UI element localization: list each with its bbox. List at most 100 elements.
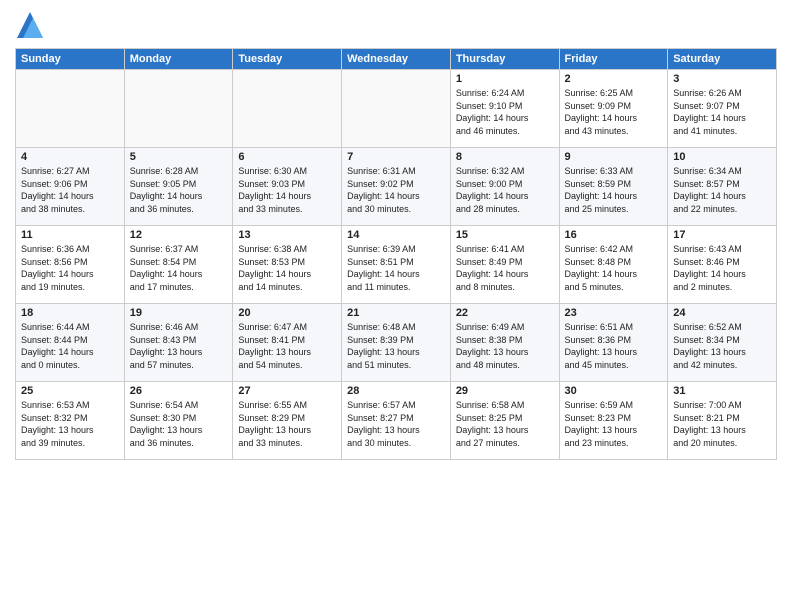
- day-cell: [124, 70, 233, 148]
- header-monday: Monday: [124, 49, 233, 70]
- week-row-4: 25 Sunrise: 6:53 AM Sunset: 8:32 PM Dayli…: [16, 382, 777, 460]
- day-number: 27: [238, 385, 336, 397]
- day-info: Sunrise: 6:28 AM Sunset: 9:05 PM Dayligh…: [130, 165, 228, 215]
- day-cell: 24 Sunrise: 6:52 AM Sunset: 8:34 PM Dayli…: [668, 304, 777, 382]
- day-number: 1: [456, 73, 554, 85]
- day-cell: 10Sunrise: 6:34 AM Sunset: 8:57 PM Dayli…: [668, 148, 777, 226]
- day-info: Sunrise: 6:55 AM Sunset: 8:29 PM Dayligh…: [238, 399, 336, 449]
- header-sunday: Sunday: [16, 49, 125, 70]
- day-info: Sunrise: 6:24 AM Sunset: 9:10 PM Dayligh…: [456, 87, 554, 137]
- day-cell: 30 Sunrise: 6:59 AM Sunset: 8:23 PM Dayli…: [559, 382, 668, 460]
- day-cell: 29Sunrise: 6:58 AM Sunset: 8:25 PM Dayli…: [450, 382, 559, 460]
- day-number: 10: [673, 151, 771, 163]
- day-cell: 1 Sunrise: 6:24 AM Sunset: 9:10 PM Daylig…: [450, 70, 559, 148]
- day-number: 9: [565, 151, 663, 163]
- day-cell: 9 Sunrise: 6:33 AM Sunset: 8:59 PM Daylig…: [559, 148, 668, 226]
- day-cell: [233, 70, 342, 148]
- header-tuesday: Tuesday: [233, 49, 342, 70]
- day-info: Sunrise: 6:25 AM Sunset: 9:09 PM Dayligh…: [565, 87, 663, 137]
- header-friday: Friday: [559, 49, 668, 70]
- day-cell: 25 Sunrise: 6:53 AM Sunset: 8:32 PM Dayli…: [16, 382, 125, 460]
- day-number: 28: [347, 385, 445, 397]
- day-cell: 21 Sunrise: 6:48 AM Sunset: 8:39 PM Dayli…: [342, 304, 451, 382]
- header-wednesday: Wednesday: [342, 49, 451, 70]
- day-number: 26: [130, 385, 228, 397]
- day-info: Sunrise: 6:59 AM Sunset: 8:23 PM Dayligh…: [565, 399, 663, 449]
- day-info: Sunrise: 6:53 AM Sunset: 8:32 PM Dayligh…: [21, 399, 119, 449]
- day-info: Sunrise: 6:54 AM Sunset: 8:30 PM Dayligh…: [130, 399, 228, 449]
- day-info: Sunrise: 6:37 AM Sunset: 8:54 PM Dayligh…: [130, 243, 228, 293]
- day-number: 30: [565, 385, 663, 397]
- header-saturday: Saturday: [668, 49, 777, 70]
- day-info: Sunrise: 6:48 AM Sunset: 8:39 PM Dayligh…: [347, 321, 445, 371]
- day-cell: 20 Sunrise: 6:47 AM Sunset: 8:41 PM Dayli…: [233, 304, 342, 382]
- day-info: Sunrise: 6:42 AM Sunset: 8:48 PM Dayligh…: [565, 243, 663, 293]
- day-cell: [342, 70, 451, 148]
- day-cell: 15 Sunrise: 6:41 AM Sunset: 8:49 PM Dayli…: [450, 226, 559, 304]
- day-number: 17: [673, 229, 771, 241]
- day-cell: 14Sunrise: 6:39 AM Sunset: 8:51 PM Dayli…: [342, 226, 451, 304]
- day-info: Sunrise: 6:27 AM Sunset: 9:06 PM Dayligh…: [21, 165, 119, 215]
- day-info: Sunrise: 6:30 AM Sunset: 9:03 PM Dayligh…: [238, 165, 336, 215]
- day-info: Sunrise: 6:52 AM Sunset: 8:34 PM Dayligh…: [673, 321, 771, 371]
- day-info: Sunrise: 6:26 AM Sunset: 9:07 PM Dayligh…: [673, 87, 771, 137]
- day-number: 21: [347, 307, 445, 319]
- header-thursday: Thursday: [450, 49, 559, 70]
- day-number: 18: [21, 307, 119, 319]
- day-number: 23: [565, 307, 663, 319]
- day-cell: 27 Sunrise: 6:55 AM Sunset: 8:29 PM Dayli…: [233, 382, 342, 460]
- week-row-0: 1 Sunrise: 6:24 AM Sunset: 9:10 PM Daylig…: [16, 70, 777, 148]
- day-number: 25: [21, 385, 119, 397]
- day-info: Sunrise: 6:47 AM Sunset: 8:41 PM Dayligh…: [238, 321, 336, 371]
- day-cell: 3 Sunrise: 6:26 AM Sunset: 9:07 PM Daylig…: [668, 70, 777, 148]
- day-cell: 16 Sunrise: 6:42 AM Sunset: 8:48 PM Dayli…: [559, 226, 668, 304]
- day-number: 16: [565, 229, 663, 241]
- day-info: Sunrise: 6:57 AM Sunset: 8:27 PM Dayligh…: [347, 399, 445, 449]
- day-number: 7: [347, 151, 445, 163]
- day-info: Sunrise: 6:39 AM Sunset: 8:51 PM Dayligh…: [347, 243, 445, 293]
- day-cell: 18 Sunrise: 6:44 AM Sunset: 8:44 PM Dayli…: [16, 304, 125, 382]
- day-cell: 5 Sunrise: 6:28 AM Sunset: 9:05 PM Daylig…: [124, 148, 233, 226]
- day-cell: 31 Sunrise: 7:00 AM Sunset: 8:21 PM Dayli…: [668, 382, 777, 460]
- day-number: 12: [130, 229, 228, 241]
- day-cell: 23 Sunrise: 6:51 AM Sunset: 8:36 PM Dayli…: [559, 304, 668, 382]
- day-cell: 6 Sunrise: 6:30 AM Sunset: 9:03 PM Daylig…: [233, 148, 342, 226]
- logo: [15, 10, 49, 40]
- day-info: Sunrise: 6:44 AM Sunset: 8:44 PM Dayligh…: [21, 321, 119, 371]
- day-number: 11: [21, 229, 119, 241]
- day-cell: 26 Sunrise: 6:54 AM Sunset: 8:30 PM Dayli…: [124, 382, 233, 460]
- day-number: 13: [238, 229, 336, 241]
- week-row-1: 4Sunrise: 6:27 AM Sunset: 9:06 PM Daylig…: [16, 148, 777, 226]
- day-cell: 13Sunrise: 6:38 AM Sunset: 8:53 PM Dayli…: [233, 226, 342, 304]
- day-number: 29: [456, 385, 554, 397]
- day-cell: 12 Sunrise: 6:37 AM Sunset: 8:54 PM Dayli…: [124, 226, 233, 304]
- day-cell: 19Sunrise: 6:46 AM Sunset: 8:43 PM Dayli…: [124, 304, 233, 382]
- day-cell: 28 Sunrise: 6:57 AM Sunset: 8:27 PM Dayli…: [342, 382, 451, 460]
- day-number: 15: [456, 229, 554, 241]
- day-number: 24: [673, 307, 771, 319]
- day-cell: 11Sunrise: 6:36 AM Sunset: 8:56 PM Dayli…: [16, 226, 125, 304]
- logo-icon: [15, 10, 45, 40]
- day-number: 3: [673, 73, 771, 85]
- day-info: Sunrise: 6:33 AM Sunset: 8:59 PM Dayligh…: [565, 165, 663, 215]
- header: [15, 10, 777, 40]
- day-number: 31: [673, 385, 771, 397]
- day-info: Sunrise: 7:00 AM Sunset: 8:21 PM Dayligh…: [673, 399, 771, 449]
- day-number: 6: [238, 151, 336, 163]
- page: SundayMondayTuesdayWednesdayThursdayFrid…: [0, 0, 792, 612]
- day-info: Sunrise: 6:31 AM Sunset: 9:02 PM Dayligh…: [347, 165, 445, 215]
- day-cell: 22 Sunrise: 6:49 AM Sunset: 8:38 PM Dayli…: [450, 304, 559, 382]
- day-info: Sunrise: 6:46 AM Sunset: 8:43 PM Dayligh…: [130, 321, 228, 371]
- day-info: Sunrise: 6:49 AM Sunset: 8:38 PM Dayligh…: [456, 321, 554, 371]
- day-number: 22: [456, 307, 554, 319]
- week-row-3: 18 Sunrise: 6:44 AM Sunset: 8:44 PM Dayli…: [16, 304, 777, 382]
- day-info: Sunrise: 6:51 AM Sunset: 8:36 PM Dayligh…: [565, 321, 663, 371]
- day-cell: 2 Sunrise: 6:25 AM Sunset: 9:09 PM Daylig…: [559, 70, 668, 148]
- day-cell: 4Sunrise: 6:27 AM Sunset: 9:06 PM Daylig…: [16, 148, 125, 226]
- day-info: Sunrise: 6:41 AM Sunset: 8:49 PM Dayligh…: [456, 243, 554, 293]
- day-cell: 17Sunrise: 6:43 AM Sunset: 8:46 PM Dayli…: [668, 226, 777, 304]
- day-number: 2: [565, 73, 663, 85]
- day-cell: 8Sunrise: 6:32 AM Sunset: 9:00 PM Daylig…: [450, 148, 559, 226]
- day-number: 20: [238, 307, 336, 319]
- day-number: 5: [130, 151, 228, 163]
